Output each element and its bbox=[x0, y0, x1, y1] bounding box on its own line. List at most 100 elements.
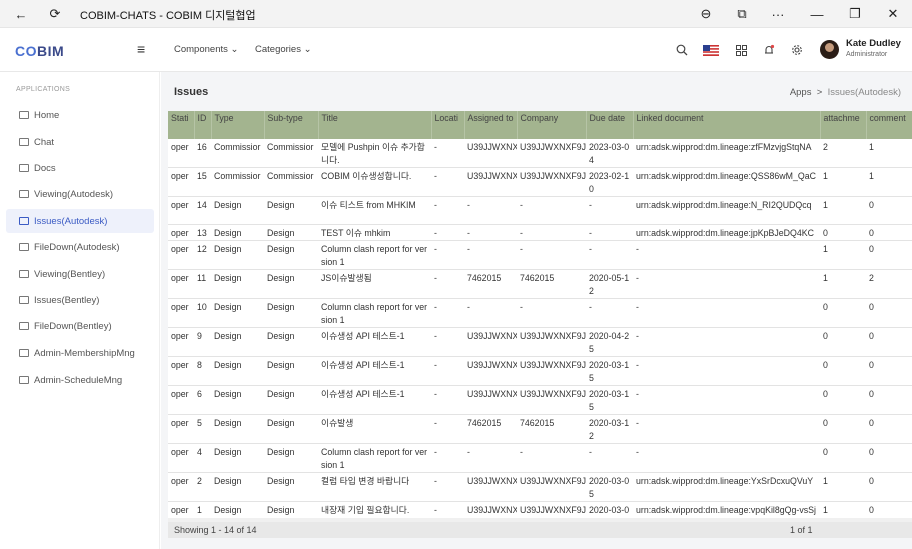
table-cell: urn:adsk.wipprod:dm.lineage:zfFMzvjgStqN… bbox=[633, 139, 820, 168]
table-row[interactable]: oper 8 Design Design 이슈생성 API 테스트-1- U39JJWXN… bbox=[168, 356, 912, 386]
close-icon[interactable]: ✕ bbox=[882, 4, 904, 24]
table-cell: 6 bbox=[194, 385, 211, 415]
table-row[interactable]: oper 13 Design Design TEST 이슈 mhkim - - - - urn:a… bbox=[168, 224, 912, 241]
notification-bell-icon[interactable] bbox=[761, 42, 777, 58]
column-header[interactable]: Linked document bbox=[633, 111, 821, 139]
nav-components[interactable]: Components ⌄ bbox=[174, 44, 238, 55]
table-cell: 이슈생성 API 테스트-1 bbox=[318, 327, 431, 357]
table-cell: - bbox=[633, 240, 820, 270]
column-header[interactable]: Type bbox=[211, 111, 265, 139]
table-cell: 0 bbox=[820, 327, 866, 357]
table-cell: - bbox=[431, 298, 464, 328]
table-cell: 2023-02-10 bbox=[586, 167, 633, 197]
table-cell: 이슈생성 API 테스트-1 bbox=[318, 356, 431, 386]
menu-toggle-icon[interactable]: ≡ bbox=[137, 41, 145, 57]
sidebar-item-label: Home bbox=[34, 109, 60, 121]
pagination[interactable]: 1 of 1 bbox=[790, 525, 813, 535]
table-cell: U39JJWXNXF9J bbox=[517, 167, 586, 197]
back-arrow-icon[interactable]: ← bbox=[10, 4, 32, 24]
table-row[interactable]: oper 16 Commissior Commissior 모델에 Pushpin 이슈… bbox=[168, 139, 912, 168]
table-cell: - bbox=[633, 385, 820, 415]
sidebar-item-home[interactable]: Home bbox=[6, 103, 154, 127]
column-header[interactable]: Assigned to bbox=[464, 111, 518, 139]
table-cell: Design bbox=[264, 196, 318, 225]
table-row[interactable]: oper 12 Design Design Column clash report fo… bbox=[168, 240, 912, 270]
table-cell: 1 bbox=[820, 240, 866, 270]
table-cell: Design bbox=[211, 196, 264, 225]
table-footer: Showing 1 - 14 of 14 1 of 1 bbox=[168, 522, 912, 538]
table-body: oper 16 Commissior Commissior 모델에 Pushpin 이슈… bbox=[168, 139, 912, 531]
sidebar-item-viewing-bentley[interactable]: Viewing(Bentley) bbox=[6, 262, 154, 286]
column-header[interactable]: ID bbox=[194, 111, 212, 139]
column-header[interactable]: attachme bbox=[820, 111, 867, 139]
table-cell: 2020-05-12 bbox=[586, 269, 633, 299]
table-cell: - bbox=[517, 224, 586, 241]
apps-grid-icon[interactable] bbox=[733, 42, 749, 58]
sidebar-item-issues-autodesk[interactable]: Issues(Autodesk) bbox=[6, 209, 154, 233]
sidebar-item-label: Admin-MembershipMng bbox=[34, 347, 135, 359]
nav-categories[interactable]: Categories ⌄ bbox=[255, 44, 312, 55]
table-row[interactable]: oper 14 Design Design 이슈 티스트 from MHKIM - - - - u… bbox=[168, 196, 912, 225]
column-header[interactable]: Stati bbox=[168, 111, 195, 139]
sidebar-item-docs[interactable]: Docs bbox=[6, 156, 154, 180]
column-header[interactable]: Locati bbox=[431, 111, 465, 139]
table-cell: 0 bbox=[866, 240, 912, 270]
us-flag-icon[interactable] bbox=[703, 42, 719, 58]
table-cell: TEST 이슈 mhkim bbox=[318, 224, 431, 241]
table-row[interactable]: oper 9 Design Design 이슈생성 API 테스트-1- U39JJWXN… bbox=[168, 327, 912, 357]
cobim-logo[interactable]: COBIM bbox=[15, 43, 64, 59]
table-cell: Design bbox=[264, 327, 318, 357]
table-cell: 1 bbox=[820, 196, 866, 225]
sidebar-item-chat[interactable]: Chat bbox=[6, 130, 154, 154]
table-cell: 9 bbox=[194, 327, 211, 357]
table-row[interactable]: oper 6 Design Design 이슈생성 API 테스트-1- U39JJWXN… bbox=[168, 385, 912, 415]
table-cell: U39JJWXNXF9J bbox=[517, 327, 586, 357]
user-name[interactable]: Kate Dudley bbox=[846, 38, 901, 49]
search-icon[interactable] bbox=[674, 42, 690, 58]
table-cell: 0 bbox=[866, 356, 912, 386]
window-titlebar: ← ⟳ COBIM-CHATS - COBIM 디지털협업 ⊖ ⧉ ··· — … bbox=[0, 0, 912, 28]
restore-icon[interactable]: ❐ bbox=[844, 4, 866, 24]
page-title: Issues bbox=[174, 86, 209, 98]
minimize-icon[interactable]: — bbox=[806, 4, 828, 24]
sidebar-item-filedown-autodesk[interactable]: FileDown(Autodesk) bbox=[6, 235, 154, 259]
table-row[interactable]: oper 4 Design Design Column clash report for… bbox=[168, 443, 912, 473]
table-cell: 1 bbox=[866, 139, 912, 168]
table-cell: 2 bbox=[866, 269, 912, 299]
sidebar-item-admin-membership[interactable]: Admin-MembershipMng bbox=[6, 341, 154, 365]
user-avatar[interactable] bbox=[820, 40, 839, 59]
more-icon[interactable]: ··· bbox=[767, 4, 789, 24]
table-row[interactable]: oper 11 Design Design JS이슈발생됨 -7462015 7462015… bbox=[168, 269, 912, 299]
table-cell: 0 bbox=[820, 385, 866, 415]
table-row[interactable]: oper 10 Design Design Column clash report fo… bbox=[168, 298, 912, 328]
table-cell: 12 bbox=[194, 240, 211, 270]
sidebar-item-admin-schedule[interactable]: Admin-ScheduleMng bbox=[6, 368, 154, 392]
table-row[interactable]: oper 15 Commissior Commissior COBIM 이슈생성합니다.… bbox=[168, 167, 912, 197]
cast-icon[interactable]: ⧉ bbox=[731, 4, 753, 24]
table-cell: Design bbox=[211, 298, 264, 328]
table-cell: Commissior bbox=[264, 167, 318, 197]
table-cell: 0 bbox=[866, 414, 912, 444]
column-header[interactable]: Sub-type bbox=[264, 111, 319, 139]
breadcrumb-apps[interactable]: Apps bbox=[790, 87, 812, 98]
table-cell: U39JJWXNX bbox=[464, 139, 517, 168]
table-cell: oper bbox=[168, 298, 194, 328]
zoom-icon[interactable]: ⊖ bbox=[695, 4, 717, 24]
table-row[interactable]: oper 5 Design Design 이슈발생 -7462015 7462015 2020… bbox=[168, 414, 912, 444]
sidebar-item-issues-bentley[interactable]: Issues(Bentley) bbox=[6, 288, 154, 312]
column-header[interactable]: comment bbox=[866, 111, 912, 139]
table-cell: 이슈 티스트 from MHKIM bbox=[318, 196, 431, 225]
settings-gear-icon[interactable] bbox=[789, 42, 805, 58]
refresh-icon[interactable]: ⟳ bbox=[44, 4, 66, 24]
table-cell: U39JJWXNX bbox=[464, 472, 517, 502]
table-cell: - bbox=[431, 224, 464, 241]
column-header[interactable]: Title bbox=[318, 111, 432, 139]
table-row[interactable]: oper 2 Design Design 컬럼 타입 변경 바랍니다 - U39JJWXNX… bbox=[168, 472, 912, 502]
sidebar-item-filedown-bentley[interactable]: FileDown(Bentley) bbox=[6, 314, 154, 338]
column-header[interactable]: Due date bbox=[586, 111, 634, 139]
column-header[interactable]: Company bbox=[517, 111, 587, 139]
table-cell: 2020-04-25 bbox=[586, 327, 633, 357]
table-cell: - bbox=[431, 139, 464, 168]
sidebar-item-viewing-autodesk[interactable]: Viewing(Autodesk) bbox=[6, 182, 154, 206]
table-cell: COBIM 이슈생성합니다. bbox=[318, 167, 431, 197]
